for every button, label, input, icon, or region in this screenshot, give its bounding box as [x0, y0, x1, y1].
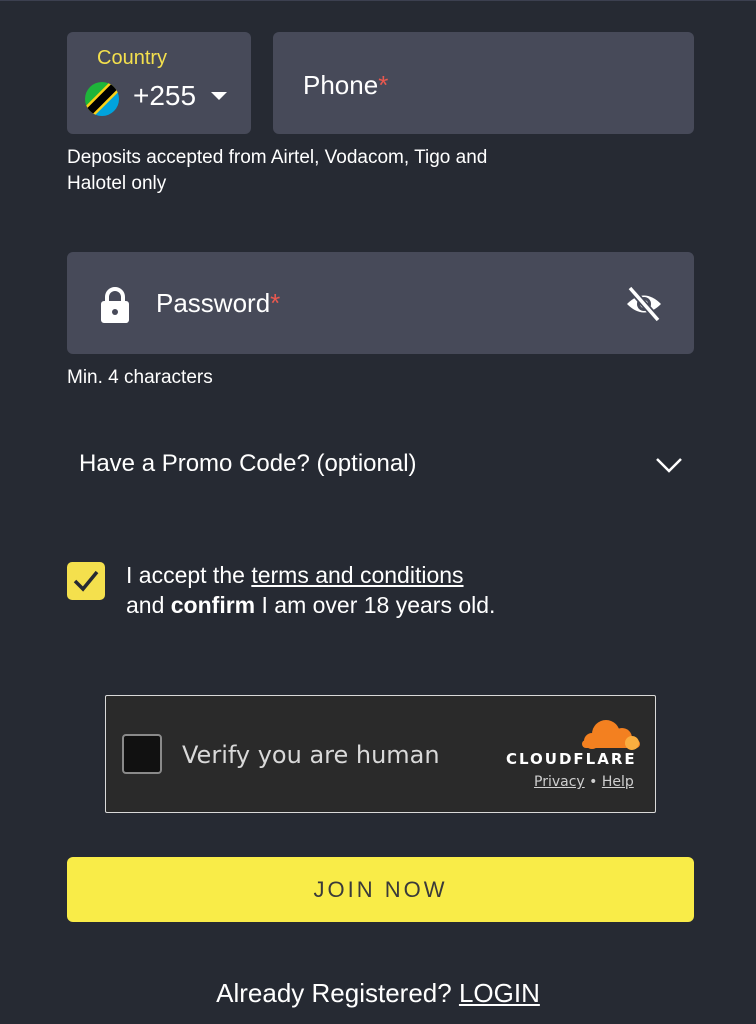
- captcha-links: Privacy • Help: [534, 774, 634, 790]
- captcha-checkbox[interactable]: [122, 734, 162, 774]
- top-border: [0, 0, 756, 1]
- phone-hint: Deposits accepted from Airtel, Vodacom, …: [67, 147, 488, 194]
- password-label: Password*: [156, 288, 281, 318]
- login-prompt-text: Already Registered?: [216, 978, 452, 1008]
- terms-checkbox[interactable]: [67, 562, 105, 600]
- password-input[interactable]: Password*: [67, 252, 694, 354]
- eye-off-icon[interactable]: [624, 285, 664, 328]
- join-now-button[interactable]: JOIN NOW: [67, 857, 694, 922]
- login-link[interactable]: LOGIN: [459, 978, 540, 1008]
- terms-confirm: confirm: [170, 592, 256, 618]
- terms-line2-end: I am over 18 years old.: [261, 592, 496, 618]
- chevron-down-icon: [654, 455, 684, 480]
- country-label: Country: [97, 47, 168, 69]
- required-mark: *: [270, 288, 281, 318]
- caret-down-icon: [211, 92, 227, 100]
- cloudflare-captcha: Verify you are human CLOUDFLARE Privacy …: [105, 695, 656, 813]
- phone-input[interactable]: Phone*: [273, 32, 694, 134]
- cloudflare-logo: CLOUDFLARE: [506, 750, 637, 768]
- checkmark-icon: [73, 570, 99, 592]
- country-code: +255: [133, 80, 197, 111]
- terms-link[interactable]: terms and conditions: [251, 562, 463, 588]
- privacy-link[interactable]: Privacy: [534, 774, 585, 790]
- promo-label: Have a Promo Code? (optional): [79, 450, 417, 477]
- login-prompt: Already Registered? LOGIN: [0, 978, 756, 1009]
- terms-prefix: I accept the: [126, 562, 245, 588]
- lock-icon: [99, 286, 131, 329]
- required-mark: *: [378, 70, 389, 100]
- terms-text: I accept the terms and conditions and co…: [126, 560, 495, 620]
- password-hint: Min. 4 characters: [67, 367, 213, 388]
- link-separator: •: [589, 774, 598, 790]
- tanzania-flag-icon: [85, 82, 119, 116]
- terms-line2-start: and: [126, 592, 165, 618]
- help-link[interactable]: Help: [602, 774, 634, 790]
- captcha-text: Verify you are human: [182, 741, 440, 769]
- phone-label: Phone*: [303, 70, 389, 100]
- country-code-select[interactable]: Country +255: [67, 32, 251, 134]
